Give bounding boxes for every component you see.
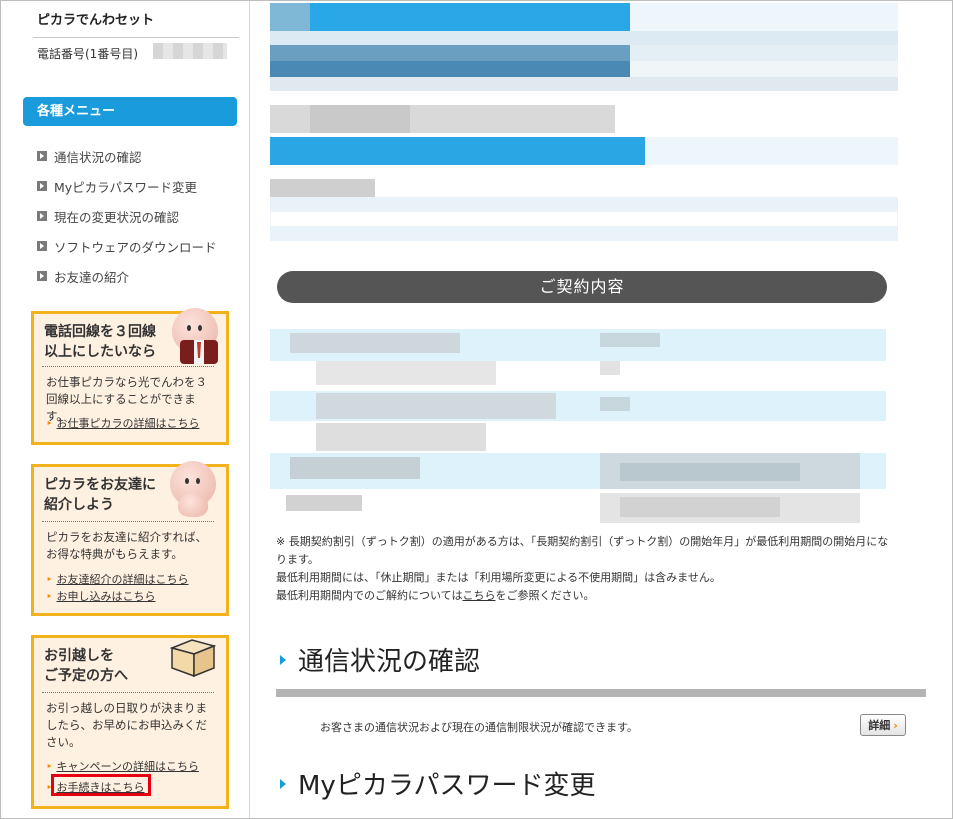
promo-title: お引越しを ご予定の方へ xyxy=(44,648,128,684)
page-frame: ピカラでんわセット 電話番号(1番号目) 各種メニュー 通信状況の確認 Myピカ… xyxy=(0,0,953,819)
menu-heading: 各種メニュー xyxy=(23,97,237,126)
highlight-box xyxy=(51,774,151,796)
promo-link-business[interactable]: お仕事ピカラの詳細はこちら xyxy=(46,415,200,431)
promo-link-referral-details[interactable]: お友達紹介の詳細はこちら xyxy=(46,571,189,587)
section-usage-status-description: お客さまの通信状況および現在の通信制限状況が確認できます。 xyxy=(320,721,638,734)
contract-details-heading: ご契約内容 xyxy=(277,271,887,303)
promo-body: ピカラをお友達に紹介すれば、お得な特典がもらえます。 xyxy=(46,530,207,561)
main-content: ご契約内容 ※ 長期契約割引（ずっトク割）の適用がある方は、「長期契約割引（ずっ… xyxy=(250,1,952,818)
promo-moving: お引越しを ご予定の方へ お引っ越しの日取りが決まりましたら、お早めにお申込みくだ… xyxy=(31,635,229,809)
promo-friend-referral: ピカラをお友達に 紹介しよう ピカラをお友達に紹介すれば、お得な特典がもらえます。… xyxy=(31,461,229,616)
promo-link-campaign[interactable]: キャンペーンの詳細はこちら xyxy=(46,758,199,774)
menu-item-password-change[interactable]: Myピカラパスワード変更 xyxy=(37,171,217,201)
menu-item-friend-referral[interactable]: お友達の紹介 xyxy=(37,261,217,291)
menu-item-change-status[interactable]: 現在の変更状況の確認 xyxy=(37,201,217,231)
promo-link-referral-apply[interactable]: お申し込みはこちら xyxy=(46,588,156,604)
mascot-body-icon xyxy=(178,493,208,517)
divider xyxy=(33,37,239,38)
arrow-bullet-icon xyxy=(37,181,47,191)
phone-number-label: 電話番号(1番号目) xyxy=(37,47,138,61)
promo-body: お引っ越しの日取りが決まりましたら、お早めにお申込みください。 xyxy=(46,701,207,749)
arrow-bullet-icon xyxy=(37,151,47,161)
promo-title: ピカラをお友達に 紹介しよう xyxy=(44,477,156,513)
arrow-bullet-icon xyxy=(37,211,47,221)
menu-item-usage-status[interactable]: 通信状況の確認 xyxy=(37,141,217,171)
promo-business-lines: 電話回線を３回線 以上にしたいなら お仕事ピカラなら光でんわを３回線以上にすること… xyxy=(31,308,229,445)
triangle-bullet-icon xyxy=(280,654,286,665)
usage-status-detail-button[interactable]: 詳細 › xyxy=(860,714,906,736)
phone-number-value-redacted xyxy=(153,43,227,59)
triangle-bullet-icon xyxy=(280,778,286,789)
cancellation-info-link[interactable]: こちら xyxy=(462,589,495,602)
section-usage-status-title: 通信状況の確認 xyxy=(280,641,480,678)
section-password-change-title: Myピカラパスワード変更 xyxy=(280,765,596,802)
mascot-suit-icon xyxy=(180,340,218,364)
plan-name: ピカラでんわセット xyxy=(37,13,155,28)
menu-list: 通信状況の確認 Myピカラパスワード変更 現在の変更状況の確認 ソフトウェアのダ… xyxy=(37,141,217,291)
arrow-bullet-icon xyxy=(37,241,47,251)
contract-note: ※ 長期契約割引（ずっトク割）の適用がある方は、「長期契約割引（ずっトク割）の開… xyxy=(276,535,889,602)
chevron-right-icon: › xyxy=(893,719,898,732)
sidebar: ピカラでんわセット 電話番号(1番号目) 各種メニュー 通信状況の確認 Myピカ… xyxy=(1,1,250,818)
section-divider xyxy=(276,689,926,697)
menu-item-software-download[interactable]: ソフトウェアのダウンロード xyxy=(37,231,217,261)
cardboard-box-icon xyxy=(169,639,217,678)
arrow-bullet-icon xyxy=(37,271,47,281)
promo-title: 電話回線を３回線 以上にしたいなら xyxy=(44,324,156,360)
